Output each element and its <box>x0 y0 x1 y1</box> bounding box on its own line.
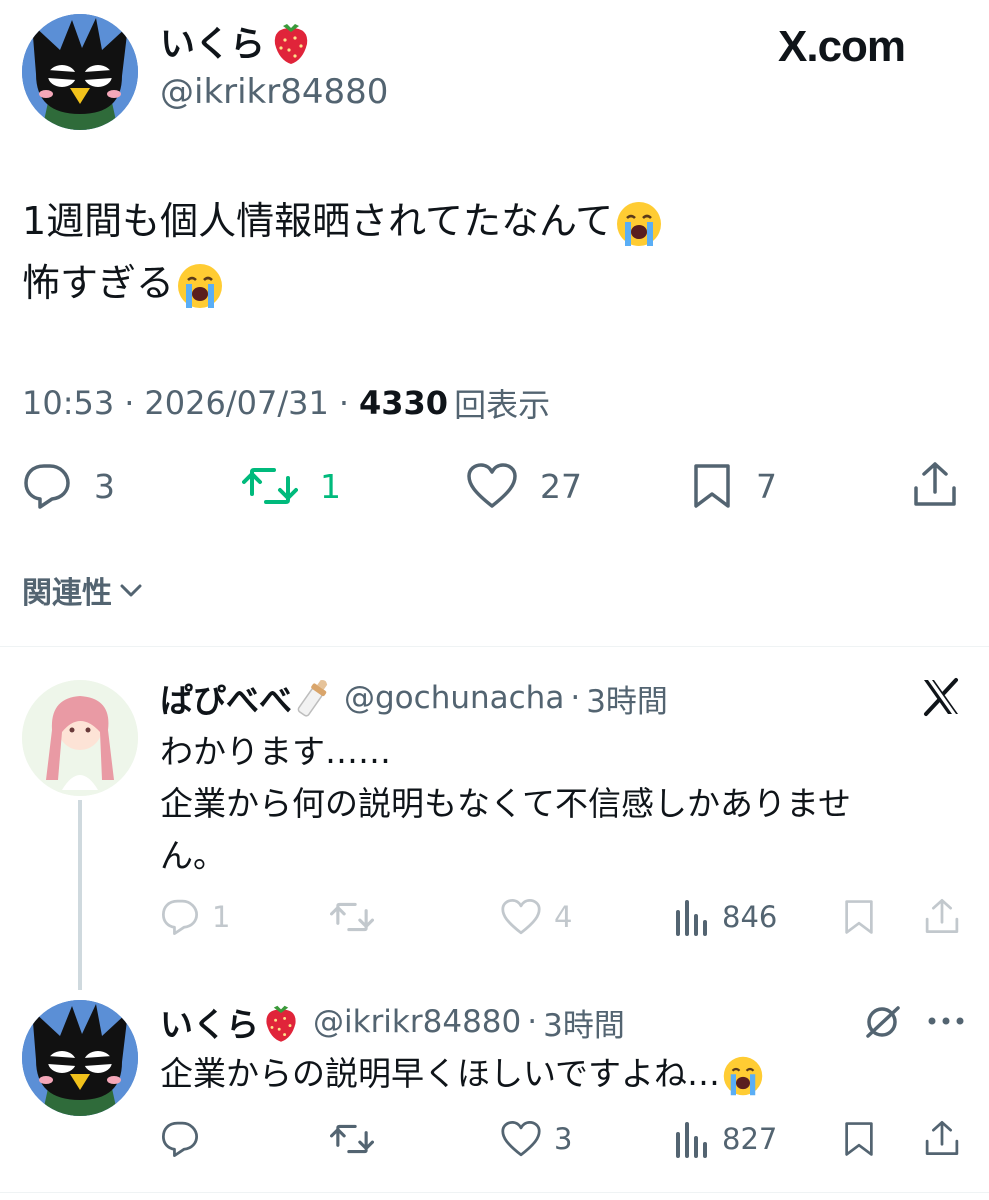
reply1-text: わかります…… 企業から何の説明もなくて不信感しかありませ ん。 <box>160 726 851 882</box>
bookmark-icon <box>694 464 730 508</box>
reply2-like-count: 3 <box>554 1122 573 1156</box>
grok-icon[interactable] <box>862 1002 902 1042</box>
reply1-reply-count: 1 <box>212 900 231 934</box>
crying-face-icon <box>615 200 663 248</box>
reply1-repost-button[interactable] <box>330 898 386 936</box>
views-count: 4330 <box>359 384 449 422</box>
bookmark-icon <box>845 900 873 934</box>
repost-count: 1 <box>320 466 341 506</box>
post-text-line-1: 1週間も個人情報晒されてたなんて <box>22 199 614 243</box>
girl-avatar-icon <box>22 680 138 796</box>
reply-icon <box>161 899 199 936</box>
baby-bottle-icon <box>296 675 330 721</box>
like-count: 27 <box>540 466 582 506</box>
reply-icon <box>24 464 70 509</box>
share-button[interactable] <box>912 460 958 508</box>
post-text-line-2: 怖すぎる <box>22 261 175 305</box>
reply-icon <box>161 1121 199 1158</box>
x-logo-icon <box>920 676 962 718</box>
reply2-header: いくら @ikrikr84880 · 3時間 <box>160 998 625 1046</box>
reply1-views-button[interactable]: 846 <box>674 898 777 936</box>
reply2-text: 企業からの説明早くほしいですよね… <box>160 1048 764 1100</box>
heart-icon <box>467 463 517 508</box>
reply1-time[interactable]: 3時間 <box>586 676 668 721</box>
sort-label: 関連性 <box>22 576 112 611</box>
share-icon <box>925 898 959 934</box>
reply2-like-button[interactable]: 3 <box>500 1120 572 1158</box>
reply-count: 3 <box>94 466 115 506</box>
reply2-text-line: 企業からの説明早くほしいですよね… <box>160 1054 721 1093</box>
reply2-avatar[interactable] <box>22 1000 138 1116</box>
repost-icon <box>330 1124 374 1154</box>
views-label: 回表示 <box>454 386 551 424</box>
post-time[interactable]: 10:53 <box>22 384 114 422</box>
reply1-text-line-2: 企業から何の説明もなくて不信感しかありませ <box>160 784 852 823</box>
x-com-watermark: X.com <box>778 22 906 71</box>
repost-icon <box>242 468 298 504</box>
reply2-author-handle[interactable]: @ikrikr84880 <box>313 1004 521 1040</box>
author-name-row: いくら <box>160 16 311 67</box>
reply2-bookmark-button[interactable] <box>842 1120 876 1158</box>
reply1-author-handle[interactable]: @gochunacha <box>344 680 564 716</box>
author-handle[interactable]: @ikrikr84880 <box>160 72 388 112</box>
reply2-repost-button[interactable] <box>330 1120 386 1158</box>
reply1-text-line-3: ん。 <box>160 836 226 875</box>
author-name[interactable]: いくら <box>160 16 265 67</box>
chevron-down-icon <box>120 584 142 597</box>
reply2-time[interactable]: 3時間 <box>543 1000 625 1045</box>
heart-icon <box>501 898 541 935</box>
repost-button[interactable]: 1 <box>242 462 341 510</box>
reply1-header: ぱぴべべ @gochunacha · 3時間 <box>160 674 668 722</box>
reply2-views-count: 827 <box>722 1122 778 1156</box>
reply2-views-button[interactable]: 827 <box>674 1120 777 1158</box>
crying-face-icon <box>176 262 224 310</box>
reply2-author-name[interactable]: いくら <box>160 998 259 1046</box>
sort-dropdown[interactable]: 関連性 <box>22 568 144 612</box>
strawberry-icon <box>271 20 311 64</box>
post-text: 1週間も個人情報晒されてたなんて 怖すぎる <box>22 190 663 314</box>
crying-face-icon <box>722 1055 764 1097</box>
reply-button[interactable]: 3 <box>22 462 115 510</box>
author-avatar[interactable] <box>22 14 138 130</box>
reply1-like-count: 4 <box>554 900 573 934</box>
reply1-like-button[interactable]: 4 <box>500 898 572 936</box>
like-button[interactable]: 27 <box>466 462 582 510</box>
divider <box>0 646 989 647</box>
reply1-share-button[interactable] <box>924 896 960 936</box>
reply1-text-line-1: わかります…… <box>160 732 391 771</box>
reply1-avatar[interactable] <box>22 680 138 796</box>
divider <box>0 1192 989 1193</box>
share-icon <box>925 1120 959 1156</box>
more-options-icon[interactable] <box>926 1014 966 1028</box>
views-chart-icon <box>676 1122 707 1158</box>
repost-icon <box>330 902 374 932</box>
reply2-reply-button[interactable] <box>160 1120 212 1158</box>
badtz-maru-avatar-icon <box>22 14 138 130</box>
post-date[interactable]: 2026/07/31 <box>144 384 328 422</box>
reply1-reply-button[interactable]: 1 <box>160 898 230 936</box>
bookmark-count: 7 <box>756 466 777 506</box>
reply2-share-button[interactable] <box>924 1118 960 1158</box>
share-icon <box>914 462 956 506</box>
reply1-author-name[interactable]: ぱぴべべ <box>160 674 292 722</box>
reply1-bookmark-button[interactable] <box>842 898 876 936</box>
thread-line <box>78 800 82 990</box>
reply1-views-count: 846 <box>722 900 778 934</box>
heart-icon <box>501 1120 541 1157</box>
post-meta: 10:53 · 2026/07/31 · 4330 回表示 <box>22 380 550 426</box>
bookmark-icon <box>845 1122 873 1156</box>
badtz-maru-avatar-icon <box>22 1000 138 1116</box>
bookmark-button[interactable]: 7 <box>690 462 777 510</box>
strawberry-icon <box>263 1002 299 1042</box>
views-chart-icon <box>676 900 707 936</box>
